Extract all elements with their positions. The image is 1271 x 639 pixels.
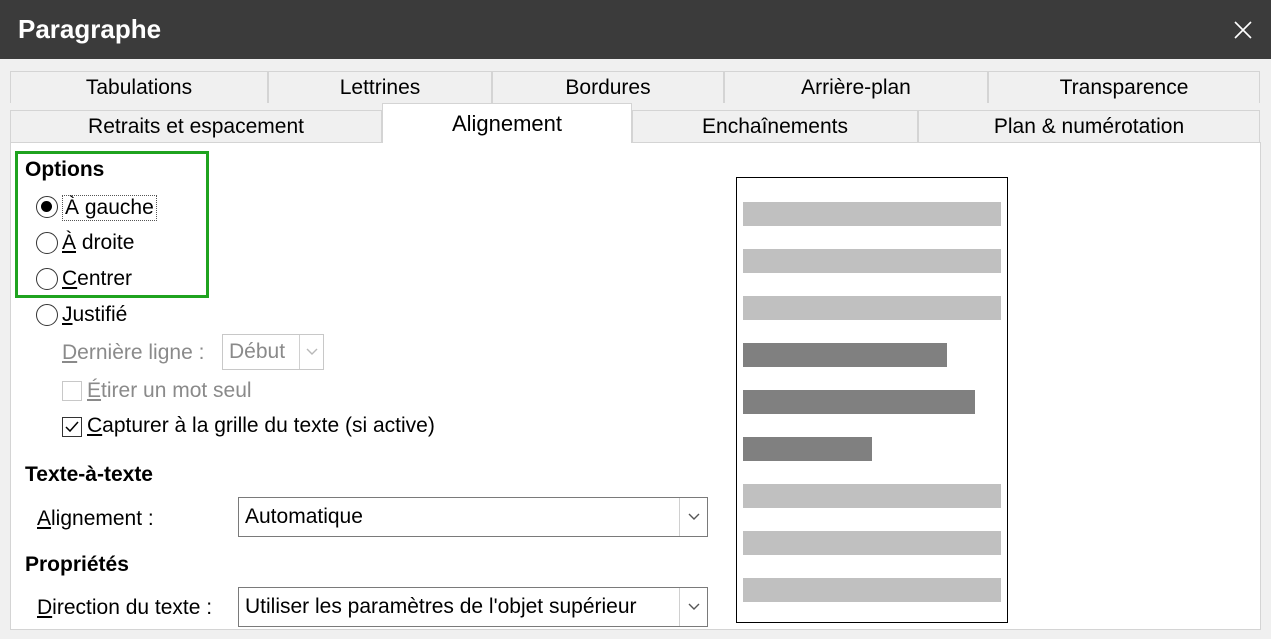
close-icon	[1234, 20, 1252, 39]
checkmark-icon	[65, 421, 79, 433]
tab-transparence[interactable]: Transparence	[988, 71, 1260, 103]
radio-left-label[interactable]: À gauche	[62, 195, 157, 221]
snap-grid-label[interactable]: Capturer à la grille du texte (si active…	[87, 414, 435, 438]
radio-right-label[interactable]: À droite	[62, 231, 134, 255]
direction-value: Utiliser les paramètres de l'objet supér…	[245, 595, 637, 618]
options-heading: Options	[25, 158, 105, 181]
radio-left-indicator[interactable]	[36, 196, 58, 218]
alignment-select[interactable]: Automatique	[238, 497, 708, 537]
tab-enchainements[interactable]: Enchaînements	[632, 110, 918, 142]
snap-grid-checkbox-box[interactable]	[62, 417, 82, 437]
tab-strip: Tabulations Lettrines Bordures Arrière-p…	[0, 59, 1271, 145]
tab-arriere-plan[interactable]: Arrière-plan	[724, 71, 988, 103]
radio-center-label[interactable]: Centrer	[62, 267, 132, 291]
last-line-value: Début	[229, 340, 286, 363]
snap-grid-checkbox[interactable]	[62, 417, 82, 437]
radio-justify[interactable]	[36, 304, 58, 326]
tab-alignement[interactable]: Alignement	[382, 103, 632, 143]
preview-line-2	[743, 249, 1001, 273]
direction-select[interactable]: Utiliser les paramètres de l'objet supér…	[238, 587, 708, 627]
direction-label: Direction du texte :	[37, 596, 213, 619]
close-button[interactable]	[1215, 0, 1271, 59]
preview-line-5	[743, 390, 975, 414]
radio-center-indicator[interactable]	[36, 268, 58, 290]
radio-left[interactable]	[36, 196, 58, 218]
title-bar: Paragraphe	[0, 0, 1271, 59]
stretch-word-checkbox	[62, 381, 82, 401]
preview-line-6	[743, 437, 872, 461]
preview-line-4	[743, 343, 947, 367]
preview-line-1	[743, 202, 1001, 226]
properties-heading: Propriétés	[25, 553, 129, 576]
preview-line-9	[743, 578, 1001, 602]
tab-bordures[interactable]: Bordures	[492, 71, 724, 103]
radio-center[interactable]	[36, 268, 58, 290]
alignment-preview	[736, 177, 1008, 623]
last-line-select: Début	[222, 334, 324, 370]
preview-line-3	[743, 296, 1001, 320]
alignment-value: Automatique	[245, 505, 363, 528]
text-to-text-heading: Texte-à-texte	[25, 463, 153, 486]
radio-justify-indicator[interactable]	[36, 304, 58, 326]
stretch-word-checkbox-box	[62, 381, 82, 401]
preview-line-7	[743, 484, 1001, 508]
chevron-down-icon	[299, 335, 323, 369]
stretch-word-label: Étirer un mot seul	[87, 379, 252, 402]
radio-justify-label[interactable]: Justifié	[62, 303, 127, 327]
chevron-down-icon[interactable]	[679, 588, 707, 626]
chevron-down-icon[interactable]	[679, 498, 707, 536]
last-line-label: Dernière ligne :	[62, 341, 205, 364]
radio-right-indicator[interactable]	[36, 232, 58, 254]
tab-plan-numerotation[interactable]: Plan & numérotation	[918, 110, 1260, 142]
preview-line-8	[743, 531, 1001, 555]
window-title: Paragraphe	[18, 14, 162, 44]
tab-retraits-espacement[interactable]: Retraits et espacement	[10, 110, 382, 142]
radio-right[interactable]	[36, 232, 58, 254]
tab-lettrines[interactable]: Lettrines	[268, 71, 492, 103]
tab-tabulations[interactable]: Tabulations	[10, 71, 268, 103]
alignment-label: Alignement :	[37, 507, 154, 530]
